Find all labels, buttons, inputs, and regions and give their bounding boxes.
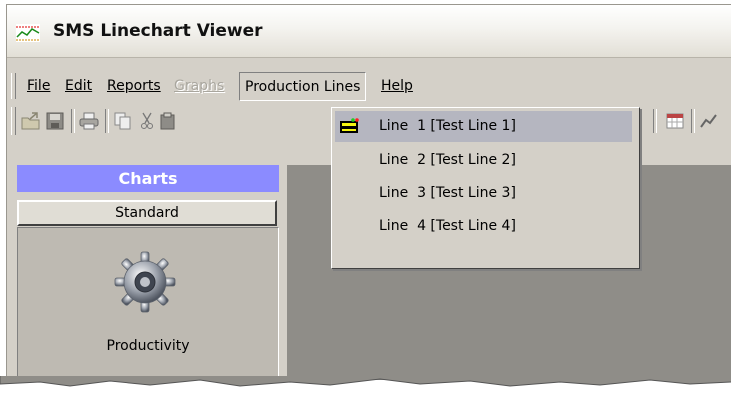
app-window: SMS Linechart Viewer File Edit Reports G… bbox=[6, 4, 731, 380]
toolbar-grip bbox=[11, 107, 16, 135]
toolbar-separator bbox=[691, 109, 695, 133]
menu-label: Reports bbox=[107, 78, 161, 94]
toolbar-separator bbox=[71, 109, 75, 133]
toolbar-separator bbox=[653, 109, 657, 133]
menu-item-line-4[interactable]: Line 4 [Test Line 4] bbox=[335, 211, 632, 242]
menu-reports[interactable]: Reports bbox=[107, 78, 161, 94]
menu-file[interactable]: File bbox=[27, 78, 50, 94]
menu-label: Help bbox=[381, 78, 413, 94]
torn-edge bbox=[0, 376, 731, 387]
menu-item-line-1[interactable]: Line 1 [Test Line 1] bbox=[335, 111, 632, 142]
open-icon[interactable] bbox=[21, 112, 41, 130]
menu-production-lines[interactable]: Production Lines bbox=[239, 72, 367, 101]
production-line-icon bbox=[340, 118, 359, 133]
standard-group-button[interactable]: Standard bbox=[17, 200, 277, 226]
menu-label: File bbox=[27, 78, 51, 94]
save-icon[interactable] bbox=[45, 112, 65, 130]
toolbar-separator bbox=[105, 109, 109, 133]
charts-header: Charts bbox=[17, 165, 279, 192]
charts-sidebar: Charts Standard Productivity bbox=[17, 165, 279, 380]
menu-label: Production Lines bbox=[245, 79, 361, 95]
cut-icon[interactable] bbox=[137, 112, 157, 130]
menu-edit[interactable]: Edit bbox=[65, 78, 92, 94]
menu-bar: File Edit Reports Graphs Production Line… bbox=[7, 71, 731, 102]
menu-label: Edit bbox=[65, 78, 93, 94]
copy-icon[interactable] bbox=[113, 112, 133, 130]
menu-item-line-3[interactable]: Line 3 [Test Line 3] bbox=[335, 178, 632, 209]
menu-item-line-2[interactable]: Line 2 [Test Line 2] bbox=[335, 145, 632, 176]
menubar-grip bbox=[11, 73, 16, 99]
menu-help[interactable]: Help bbox=[381, 78, 413, 94]
linechart-icon bbox=[16, 24, 40, 42]
menu-label: Graphs bbox=[174, 78, 225, 94]
gear-icon bbox=[114, 251, 176, 313]
menu-item-label: Line 2 [Test Line 2] bbox=[379, 152, 516, 168]
menu-item-label: Line 1 [Test Line 1] bbox=[379, 118, 516, 134]
paste-icon[interactable] bbox=[159, 112, 179, 130]
print-icon[interactable] bbox=[79, 112, 99, 130]
grid-icon[interactable] bbox=[665, 112, 685, 130]
menu-graphs[interactable]: Graphs bbox=[174, 78, 224, 94]
title-bar: SMS Linechart Viewer bbox=[7, 5, 731, 58]
chart-icon[interactable] bbox=[699, 112, 719, 130]
productivity-label: Productivity bbox=[106, 338, 190, 354]
charts-list: Productivity bbox=[17, 227, 279, 380]
production-lines-menu: Line 1 [Test Line 1] Line 2 [Test Line 2… bbox=[331, 107, 640, 269]
menu-item-label: Line 4 [Test Line 4] bbox=[379, 218, 516, 234]
menu-item-label: Line 3 [Test Line 3] bbox=[379, 185, 516, 201]
window-title: SMS Linechart Viewer bbox=[53, 21, 263, 41]
